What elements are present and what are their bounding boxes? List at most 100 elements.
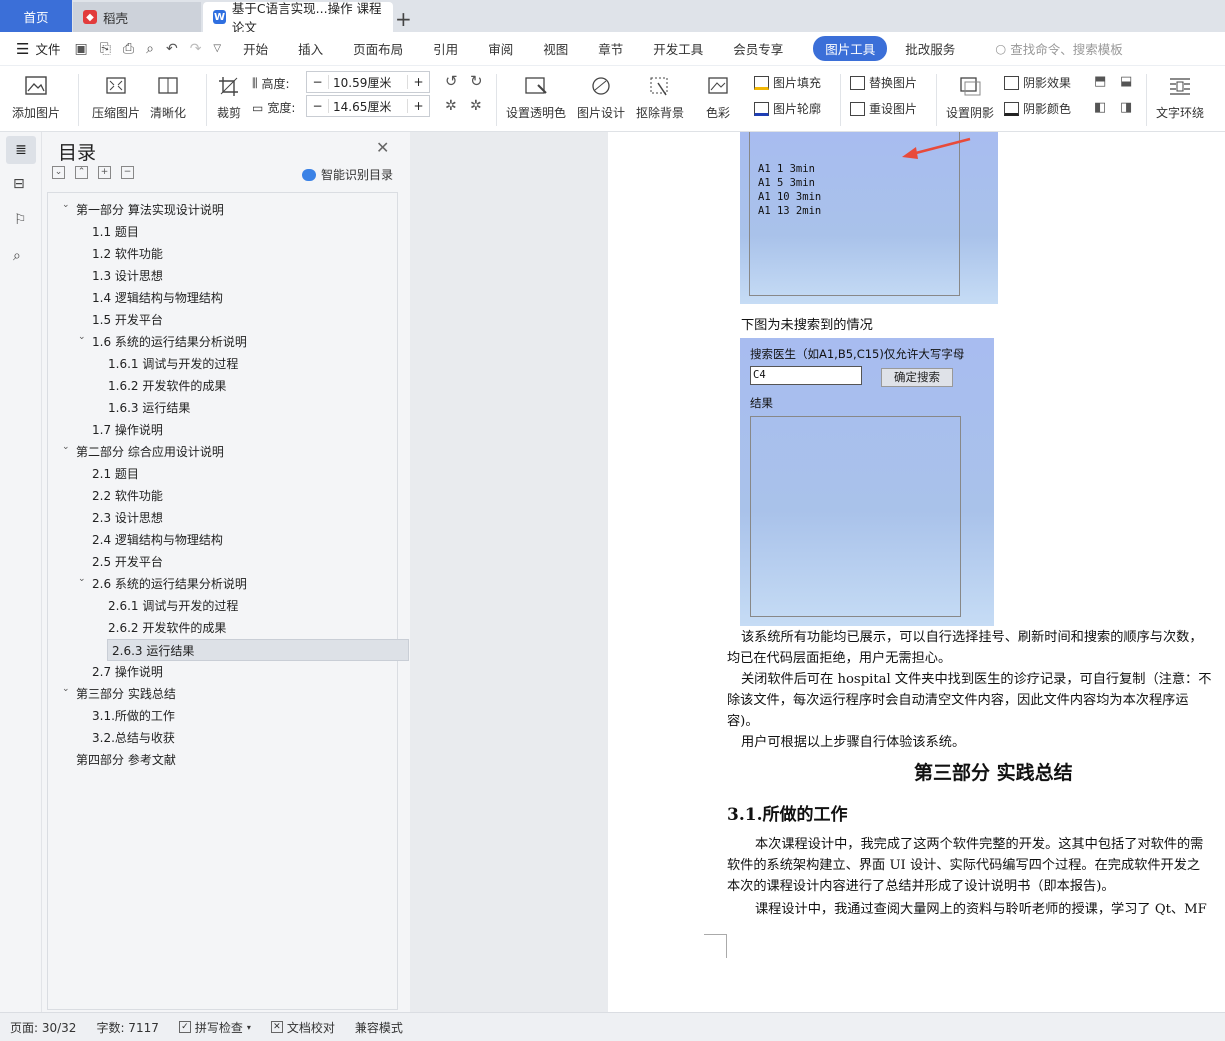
shadow-effect-button[interactable]: 阴影效果 <box>1004 74 1071 91</box>
command-search[interactable]: ○ 查找命令、搜索模板 <box>995 39 1122 58</box>
toc-item[interactable]: 2.2 软件功能 <box>92 485 163 507</box>
height-stepper[interactable]: − 10.59厘米 + <box>306 71 430 93</box>
toc-item[interactable]: 2.6.3 运行结果 <box>107 639 409 661</box>
page-indicator[interactable]: 页面: 30/32 <box>10 1019 76 1036</box>
smart-toc-button[interactable]: 智能识别目录 <box>302 166 393 183</box>
toc-item[interactable]: 1.6.2 开发软件的成果 <box>108 375 226 397</box>
print-preview-icon[interactable]: ⌕ <box>146 41 154 57</box>
picture-fill-button[interactable]: 图片填充 <box>754 74 821 91</box>
find-icon[interactable]: ⌕ <box>13 248 21 264</box>
toc-item[interactable]: 1.5 开发平台 <box>92 309 163 331</box>
collapse-all-icon[interactable]: ⌃ <box>75 166 88 179</box>
toc-item[interactable]: 1.7 操作说明 <box>92 419 163 441</box>
tab-home[interactable]: 首页 <box>0 0 72 32</box>
shadow-right-icon[interactable]: ◨ <box>1120 100 1132 115</box>
menu-item[interactable]: 会员专享 <box>733 39 783 58</box>
word-count[interactable]: 字数: 7117 <box>96 1019 158 1036</box>
toc-item[interactable]: 1.1 题目 <box>92 221 139 243</box>
doc-proof-button[interactable]: ✕ 文档校对 <box>270 1019 335 1036</box>
crop-button[interactable]: 裁剪 <box>216 74 242 121</box>
text-wrap-button[interactable]: 文字环绕 <box>1156 74 1204 121</box>
picture-outline-button[interactable]: 图片轮廓 <box>754 100 821 117</box>
toc-item[interactable]: 1.4 逻辑结构与物理结构 <box>92 287 223 309</box>
close-icon[interactable]: ✕ <box>376 138 389 157</box>
toc-item[interactable]: 1.3 设计思想 <box>92 265 163 287</box>
shadow-color-button[interactable]: 阴影颜色 <box>1004 100 1071 117</box>
toc-item[interactable]: 2.6 系统的运行结果分析说明 <box>92 573 247 595</box>
height-decrease-button[interactable]: − <box>307 75 329 89</box>
toc-item[interactable]: 3.1.所做的工作 <box>92 705 175 727</box>
menu-item[interactable]: 章节 <box>598 39 623 58</box>
add-picture-button[interactable]: 添加图片 <box>12 74 60 121</box>
print-icon[interactable]: ⎙ <box>123 41 134 57</box>
chevron-down-icon[interactable]: ⌄ <box>62 442 72 452</box>
color-button[interactable]: 色彩 <box>705 74 731 121</box>
toc-item[interactable]: 2.6.1 调试与开发的过程 <box>108 595 238 617</box>
chevron-down-icon[interactable]: ⌄ <box>78 574 88 584</box>
toc-item[interactable]: 1.6.3 运行结果 <box>108 397 190 419</box>
height-value[interactable]: 10.59厘米 <box>329 74 407 91</box>
reset-picture-button[interactable]: 重设图片 <box>850 100 917 117</box>
add-heading-icon[interactable]: + <box>98 166 111 179</box>
toc-item[interactable]: 2.1 题目 <box>92 463 139 485</box>
picture-design-button[interactable]: 图片设计 <box>577 74 625 121</box>
toc-item[interactable]: 第一部分 算法实现设计说明 <box>76 199 224 221</box>
embedded-screenshot-search[interactable]: 搜索医生（如A1,B5,C15)仅允许大写字母 C4 确定搜索 结果 <box>740 338 994 626</box>
document-page[interactable]: A1 1 3min A1 5 3min A1 10 3min A1 13 2mi… <box>608 132 1225 1012</box>
flip-horizontal-icon[interactable]: ✲ <box>445 98 457 114</box>
tab-daoke[interactable]: ◆ 稻壳 <box>73 2 201 32</box>
chapter-nav-icon[interactable]: ⊟ <box>13 176 25 192</box>
embedded-screenshot-results[interactable]: A1 1 3min A1 5 3min A1 10 3min A1 13 2mi… <box>740 132 998 304</box>
width-value[interactable]: 14.65厘米 <box>329 98 407 115</box>
file-menu[interactable]: ☰ 文件 <box>16 39 60 58</box>
menu-item[interactable]: 审阅 <box>488 39 513 58</box>
remove-background-button[interactable]: 抠除背景 <box>636 74 684 121</box>
toc-item[interactable]: 第二部分 综合应用设计说明 <box>76 441 224 463</box>
toc-item[interactable]: 2.5 开发平台 <box>92 551 163 573</box>
menu-item[interactable]: 开始 <box>243 39 268 58</box>
toc-item[interactable]: 第三部分 实践总结 <box>76 683 176 705</box>
toc-item[interactable]: 1.6.1 调试与开发的过程 <box>108 353 238 375</box>
compress-picture-button[interactable]: 压缩图片 <box>92 74 140 121</box>
toc-item[interactable]: 2.7 操作说明 <box>92 661 163 683</box>
toc-item[interactable]: 1.2 软件功能 <box>92 243 163 265</box>
menu-item[interactable]: 批改服务 <box>905 39 955 58</box>
sharpen-button[interactable]: 清晰化 <box>150 74 186 121</box>
customize-dropdown-icon[interactable]: ▽ <box>213 43 221 54</box>
toc-item[interactable]: 2.6.2 开发软件的成果 <box>108 617 226 639</box>
replace-picture-button[interactable]: 替换图片 <box>850 74 917 91</box>
rotate-right-icon[interactable]: ↻ <box>470 72 483 90</box>
menu-item[interactable]: 页面布局 <box>353 39 403 58</box>
set-transparent-button[interactable]: 设置透明色 <box>506 74 566 121</box>
flip-vertical-icon[interactable]: ✲ <box>470 98 482 114</box>
remove-heading-icon[interactable]: − <box>121 166 134 179</box>
menu-item[interactable]: 引用 <box>433 39 458 58</box>
spell-check-toggle[interactable]: ✓ 拼写检查 ▾ <box>178 1019 251 1036</box>
new-tab-button[interactable]: + <box>395 4 412 34</box>
toc-item[interactable]: 2.3 设计思想 <box>92 507 163 529</box>
shadow-left-icon[interactable]: ◧ <box>1094 100 1106 115</box>
height-increase-button[interactable]: + <box>407 75 429 89</box>
chevron-down-icon[interactable]: ⌄ <box>78 332 88 342</box>
menu-item[interactable]: 图片工具 <box>813 36 888 61</box>
chevron-down-icon[interactable]: ⌄ <box>62 684 72 694</box>
width-increase-button[interactable]: + <box>407 99 429 113</box>
width-decrease-button[interactable]: − <box>307 99 329 113</box>
toc-panel-icon[interactable]: ≣ <box>6 136 36 164</box>
tab-document[interactable]: W 基于C语言实现...操作 课程论文 <box>203 1 393 35</box>
toc-item[interactable]: 1.6 系统的运行结果分析说明 <box>92 331 247 353</box>
expand-all-icon[interactable]: ⌄ <box>52 166 65 179</box>
toc-item[interactable]: 第四部分 参考文献 <box>76 749 176 771</box>
save-icon[interactable]: ▣ <box>74 41 87 57</box>
toc-item[interactable]: 3.2.总结与收获 <box>92 727 175 749</box>
set-shadow-button[interactable]: 设置阴影 <box>946 74 994 121</box>
shadow-down-icon[interactable]: ⬓ <box>1120 74 1132 89</box>
shadow-up-icon[interactable]: ⬒ <box>1094 74 1106 89</box>
menu-item[interactable]: 视图 <box>543 39 568 58</box>
export-pdf-icon[interactable]: ⎘ <box>100 41 111 57</box>
redo-icon[interactable]: ↷ <box>190 41 202 57</box>
chevron-down-icon[interactable]: ⌄ <box>62 200 72 210</box>
menu-item[interactable]: 插入 <box>298 39 323 58</box>
rotate-left-icon[interactable]: ↺ <box>445 72 458 90</box>
bookmark-icon[interactable]: ⚐ <box>14 212 27 228</box>
